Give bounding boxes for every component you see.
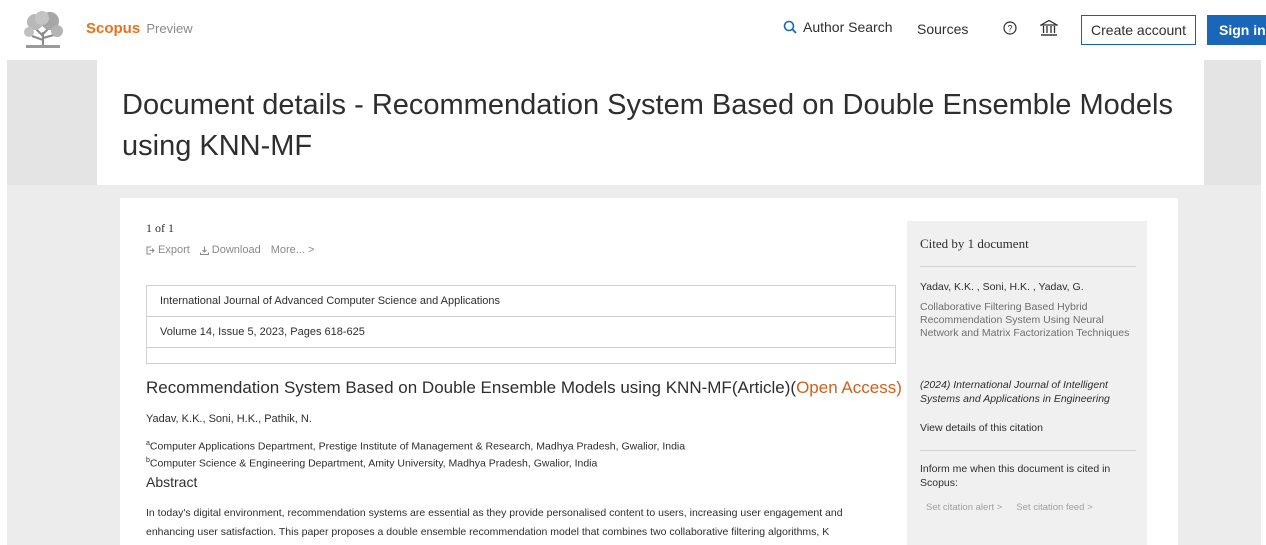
source-info-box: International Journal of Advanced Comput… xyxy=(146,285,896,364)
abstract-text: In today's digital environment, recommen… xyxy=(146,504,898,542)
search-icon xyxy=(783,20,797,34)
author-search-label: Author Search xyxy=(803,19,893,35)
create-account-button[interactable]: Create account xyxy=(1081,15,1196,45)
cited-divider xyxy=(920,450,1136,451)
author-search-link[interactable]: Author Search xyxy=(783,19,893,35)
affiliation-a-text: Computer Applications Department, Presti… xyxy=(149,440,686,453)
export-label: Export xyxy=(158,244,190,256)
download-button[interactable]: Download xyxy=(199,244,261,256)
document-actions: Export Download More... > xyxy=(146,244,314,256)
volume-info: Volume 14, Issue 5, 2023, Pages 618-625 xyxy=(147,317,895,348)
top-header: Scopus Preview Author Search Sources ? C… xyxy=(0,0,1266,60)
citation-inform-text: Inform me when this document is cited in… xyxy=(920,463,1111,489)
affiliations: aComputer Applications Department, Prest… xyxy=(146,437,685,470)
elsevier-tree-logo[interactable] xyxy=(20,10,66,50)
article-title: Recommendation System Based on Double En… xyxy=(146,378,902,398)
journal-name[interactable]: International Journal of Advanced Comput… xyxy=(147,286,895,317)
affiliation-b: bComputer Science & Engineering Departme… xyxy=(146,454,685,471)
institution-icon[interactable] xyxy=(1040,19,1058,37)
export-icon xyxy=(146,246,155,254)
brand-suffix: Preview xyxy=(146,21,193,36)
article-type: (Article) xyxy=(731,378,791,397)
citing-title[interactable]: Collaborative Filtering Based Hybrid Rec… xyxy=(920,301,1130,340)
more-button[interactable]: More... > xyxy=(271,244,315,256)
download-label: Download xyxy=(211,244,261,256)
download-icon xyxy=(199,246,209,255)
cited-divider xyxy=(920,266,1136,267)
article-title-text: Recommendation System Based on Double En… xyxy=(146,378,732,397)
author-list[interactable]: Yadav, K.K., Soni, H.K., Pathik, N. xyxy=(146,413,312,425)
abstract-line: enhancing user satisfaction. This paper … xyxy=(146,526,830,538)
source-info-spacer xyxy=(147,348,895,363)
export-button[interactable]: Export xyxy=(146,244,190,256)
citing-journal: (2024) International Journal of Intellig… xyxy=(920,379,1110,405)
sources-link[interactable]: Sources xyxy=(917,21,968,37)
help-icon[interactable]: ? xyxy=(1003,21,1017,35)
scopus-brand[interactable]: Scopus Preview xyxy=(86,20,193,37)
svg-text:?: ? xyxy=(1007,24,1012,34)
set-citation-feed-link[interactable]: Set citation feed > xyxy=(1016,502,1092,513)
set-citation-alert-link[interactable]: Set citation alert > xyxy=(926,502,1002,513)
abstract-line: In today's digital environment, recommen… xyxy=(146,507,843,519)
brand-name: Scopus xyxy=(86,20,141,37)
citing-authors[interactable]: Yadav, K.K. , Soni, H.K. , Yadav, G. xyxy=(920,281,1084,293)
result-count: 1 of 1 xyxy=(146,221,174,235)
affiliation-a: aComputer Applications Department, Prest… xyxy=(146,437,685,454)
open-access-badge[interactable]: Open Access) xyxy=(796,378,902,397)
affiliation-b-text: Computer Science & Engineering Departmen… xyxy=(149,457,598,469)
sign-in-button[interactable]: Sign in xyxy=(1207,15,1266,45)
view-citation-details-link[interactable]: View details of this citation xyxy=(920,422,1043,434)
page-title: Document details - Recommendation System… xyxy=(122,89,1173,162)
cited-by-heading: Cited by 1 document xyxy=(920,236,1029,251)
abstract-heading: Abstract xyxy=(146,474,198,490)
citation-alert-links: Set citation alert > Set citation feed > xyxy=(926,502,1093,513)
